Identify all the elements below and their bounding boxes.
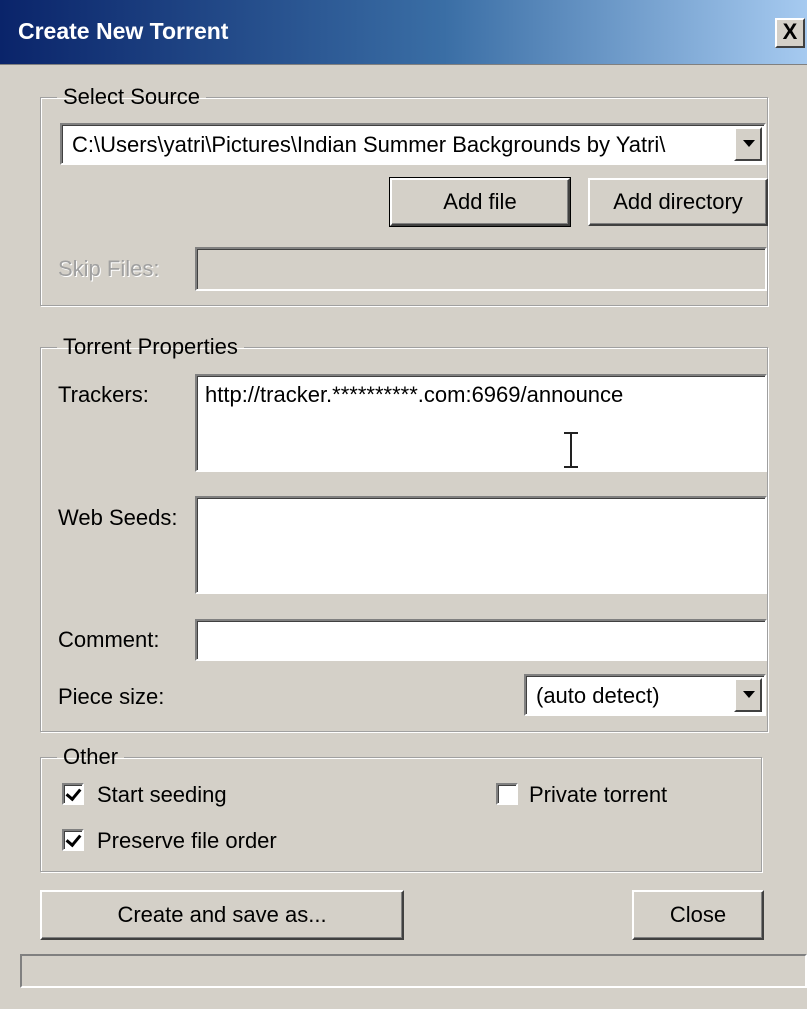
trackers-label: Trackers: — [58, 382, 149, 407]
select-source-legend: Select Source — [63, 84, 200, 109]
start-seeding-checkbox[interactable] — [62, 783, 84, 805]
skip-files-label: Skip Files: — [58, 256, 160, 281]
comment-field[interactable] — [195, 619, 767, 661]
close-window-button[interactable]: X — [775, 18, 805, 48]
preserve-file-order-checkbox[interactable] — [62, 829, 84, 851]
piece-size-select[interactable]: (auto detect) — [524, 674, 766, 716]
status-bar — [20, 954, 807, 988]
skip-files-field[interactable] — [195, 247, 767, 291]
private-torrent-checkbox[interactable] — [496, 783, 518, 805]
add-directory-button[interactable]: Add directory — [588, 178, 768, 226]
private-torrent-label[interactable]: Private torrent — [529, 782, 667, 808]
add-file-button[interactable]: Add file — [389, 177, 571, 227]
close-button[interactable]: Close — [632, 890, 764, 940]
window-title: Create New Torrent — [18, 18, 229, 44]
chevron-down-icon[interactable] — [734, 127, 762, 161]
start-seeding-label[interactable]: Start seeding — [97, 782, 227, 808]
trackers-textarea[interactable]: http://tracker.**********.com:6969/annou… — [195, 374, 767, 472]
chevron-down-icon[interactable] — [734, 678, 762, 712]
source-path-combobox[interactable]: C:\Users\yatri\Pictures\Indian Summer Ba… — [60, 123, 766, 165]
preserve-file-order-label[interactable]: Preserve file order — [97, 828, 277, 854]
web-seeds-label: Web Seeds: — [58, 505, 178, 530]
other-legend: Other — [63, 744, 119, 769]
title-bar[interactable]: Create New Torrent X — [0, 0, 807, 65]
piece-size-value: (auto detect) — [536, 683, 660, 708]
create-torrent-window: Create New Torrent X Select Source C:\Us… — [0, 0, 807, 1009]
torrent-properties-legend: Torrent Properties — [63, 334, 238, 359]
source-path-value: C:\Users\yatri\Pictures\Indian Summer Ba… — [72, 132, 666, 157]
piece-size-label: Piece size: — [58, 684, 165, 709]
create-and-save-button[interactable]: Create and save as... — [40, 890, 404, 940]
web-seeds-textarea[interactable] — [195, 496, 767, 594]
comment-label: Comment: — [58, 627, 160, 652]
text-cursor-icon — [562, 432, 580, 468]
